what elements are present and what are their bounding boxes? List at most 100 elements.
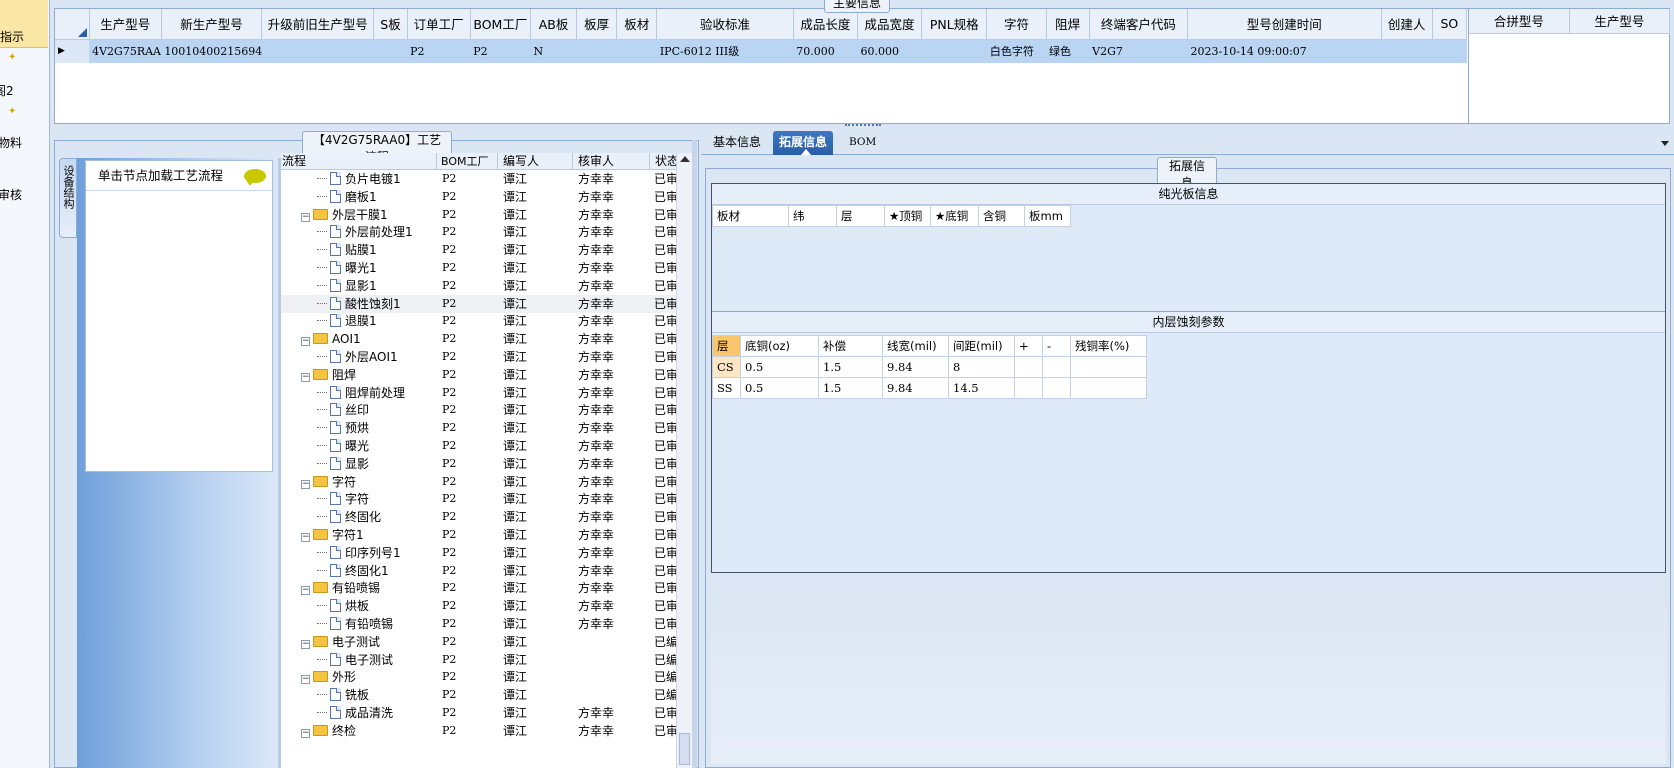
etch-cell[interactable] [1070, 356, 1147, 378]
collapse-toggle-icon[interactable]: − [301, 586, 310, 596]
tree-leaf-row[interactable]: 曝光 P2 谭江 方幸幸 已审核 [281, 437, 692, 455]
etch-cell[interactable]: 1.5 [818, 377, 883, 399]
collapse-toggle-icon[interactable]: − [301, 212, 310, 222]
main-column-header[interactable]: 生产型号 [89, 9, 162, 40]
main-cell[interactable]: 60.000 [857, 39, 922, 63]
etch-cell[interactable]: 8 [948, 356, 1015, 378]
main-cell[interactable]: P2 [407, 39, 471, 63]
etch-cell[interactable] [1042, 356, 1071, 378]
scroll-thumb[interactable] [679, 733, 690, 765]
tab-basic-info[interactable]: 基本信息 [707, 131, 767, 155]
etch-column[interactable]: 间距(mil) [948, 335, 1015, 357]
main-cell[interactable]: 70.000 [793, 39, 858, 63]
tree-group-row[interactable]: − 外形 P2 谭江 已编写 [281, 668, 692, 686]
tree-leaf-row[interactable]: 字符 P2 谭江 方幸幸 已审核 [281, 490, 692, 508]
main-column-header[interactable]: 验收标准 [656, 9, 794, 40]
tree-leaf-row[interactable]: 成品清洗 P2 谭江 方幸幸 已审核 [281, 704, 692, 722]
nav-item-review[interactable]: 审核 [0, 186, 48, 203]
main-cell[interactable]: P2 [470, 39, 531, 63]
main-column-header[interactable]: 阻焊 [1046, 9, 1090, 40]
main-column-header[interactable]: 成品长度 [793, 9, 858, 40]
main-column-header[interactable]: BOM工厂 [470, 9, 531, 40]
bare-board-column[interactable]: 板材 [712, 205, 789, 227]
production-model-column[interactable]: 生产型号 [1569, 9, 1671, 34]
main-column-header[interactable]: 升级前旧生产型号 [261, 9, 375, 40]
tree-leaf-row[interactable]: 退膜1 P2 谭江 方幸幸 已审核 [281, 312, 692, 330]
etch-cell[interactable]: 14.5 [948, 377, 1015, 399]
main-cell[interactable]: N [530, 39, 577, 63]
etch-cell[interactable]: 0.5 [740, 356, 819, 378]
tree-group-row[interactable]: − 字符1 P2 谭江 方幸幸 已审核 [281, 526, 692, 544]
bare-board-column[interactable]: 纬 [788, 205, 837, 227]
tree-group-row[interactable]: − 阻焊 P2 谭江 方幸幸 已审核 [281, 366, 692, 384]
vertical-splitter[interactable] [692, 140, 697, 768]
bare-board-column[interactable]: ★底铜 [930, 205, 979, 227]
etch-column[interactable]: 残铜率(%) [1070, 335, 1147, 357]
main-cell[interactable] [921, 39, 987, 63]
etch-column[interactable]: - [1042, 335, 1071, 357]
main-cell[interactable] [373, 39, 408, 63]
main-column-header[interactable]: S板 [373, 9, 408, 40]
main-cell[interactable]: V2G7 [1089, 39, 1188, 63]
main-cell[interactable]: 绿色 [1046, 39, 1090, 63]
tab-bom[interactable]: BOM [843, 131, 882, 155]
etch-column[interactable]: 层 [712, 335, 741, 357]
etch-row[interactable]: CS 0.5 1.5 9.84 8 [712, 356, 1147, 378]
tree-group-row[interactable]: − 字符 P2 谭江 方幸幸 已审核 [281, 473, 692, 491]
main-column-header[interactable]: PNL规格 [921, 9, 988, 40]
collapse-toggle-icon[interactable]: − [301, 675, 310, 685]
etch-row[interactable]: SS 0.5 1.5 9.84 14.5 [712, 377, 1147, 399]
main-column-header[interactable]: 新生产型号 [161, 9, 263, 40]
bare-board-column[interactable]: 含铜 [978, 205, 1025, 227]
tree-group-row[interactable]: − 有铅喷锡 P2 谭江 方幸幸 已审核 [281, 579, 692, 597]
tree-leaf-row[interactable]: 电子测试 P2 谭江 已编写 [281, 651, 692, 669]
tree-group-row[interactable]: − AOI1 P2 谭江 方幸幸 已审核 [281, 330, 692, 348]
column-reviewer[interactable]: 核审人 [574, 153, 650, 170]
splitter-grip[interactable] [845, 124, 881, 128]
nav-item-2-label[interactable]: 阁2 [0, 82, 44, 99]
collapse-toggle-icon[interactable]: − [301, 639, 310, 649]
main-cell[interactable] [261, 39, 374, 63]
etch-cell[interactable]: 0.5 [740, 377, 819, 399]
main-column-header[interactable]: AB板 [530, 9, 578, 40]
etch-column[interactable]: + [1014, 335, 1043, 357]
collapse-toggle-icon[interactable]: − [301, 479, 310, 489]
main-column-header[interactable]: 型号创建时间 [1187, 9, 1382, 40]
process-scrollbar[interactable] [676, 153, 692, 768]
tree-leaf-row[interactable]: 终固化1 P2 谭江 方幸幸 已审核 [281, 562, 692, 580]
main-cell[interactable]: 10010400215694 [161, 39, 262, 63]
scroll-up-icon[interactable] [680, 156, 690, 162]
etch-cell[interactable] [1014, 377, 1043, 399]
etch-cell[interactable]: CS [712, 356, 741, 378]
main-column-header[interactable]: 板厚 [576, 9, 618, 40]
collapse-toggle-icon[interactable]: − [301, 337, 310, 347]
tree-leaf-row[interactable]: 磨板1 P2 谭江 方幸幸 已审核 [281, 188, 692, 206]
main-cell[interactable]: 白色字符 [986, 39, 1047, 63]
main-column-header[interactable]: 订单工厂 [407, 9, 471, 40]
main-cell[interactable] [1381, 39, 1433, 63]
etch-column[interactable]: 底铜(oz) [740, 335, 819, 357]
tree-leaf-row[interactable]: 有铅喷锡 P2 谭江 方幸幸 已审核 [281, 615, 692, 633]
etch-cell[interactable]: 9.84 [882, 356, 949, 378]
main-column-header[interactable]: 字符 [986, 9, 1047, 40]
main-cell[interactable]: IPC-6012 III级 [656, 39, 794, 63]
tree-leaf-row[interactable]: 外层前处理1 P2 谭江 方幸幸 已审核 [281, 223, 692, 241]
main-cell[interactable]: 4V2G75RAA0 [89, 39, 162, 63]
tree-leaf-row[interactable]: 阻焊前处理 P2 谭江 方幸幸 已审核 [281, 384, 692, 402]
etch-cell[interactable] [1070, 377, 1147, 399]
bare-board-column[interactable]: ★顶铜 [884, 205, 931, 227]
merge-model-column[interactable]: 合拼型号 [1469, 9, 1570, 34]
tree-leaf-row[interactable]: 显影1 P2 谭江 方幸幸 已审核 [281, 277, 692, 295]
tree-leaf-row[interactable]: 终固化 P2 谭江 方幸幸 已审核 [281, 508, 692, 526]
tree-leaf-row[interactable]: 显影 P2 谭江 方幸幸 已审核 [281, 455, 692, 473]
main-cell[interactable] [616, 39, 657, 63]
tree-leaf-row[interactable]: 曝光1 P2 谭江 方幸幸 已审核 [281, 259, 692, 277]
etch-column[interactable]: 补偿 [818, 335, 883, 357]
dropdown-arrow-icon[interactable] [1661, 141, 1669, 146]
bare-board-column[interactable]: 层 [836, 205, 885, 227]
collapse-toggle-icon[interactable]: − [301, 372, 310, 382]
etch-cell[interactable] [1042, 377, 1071, 399]
tree-leaf-row[interactable]: 酸性蚀刻1 P2 谭江 方幸幸 已审核 [281, 294, 692, 313]
main-info-row[interactable]: ▶ 4V2G75RAA0 10010400215694 P2 P2 N IPC-6012 … [55, 39, 1467, 63]
nav-item-material[interactable]: 物料 [0, 134, 48, 151]
